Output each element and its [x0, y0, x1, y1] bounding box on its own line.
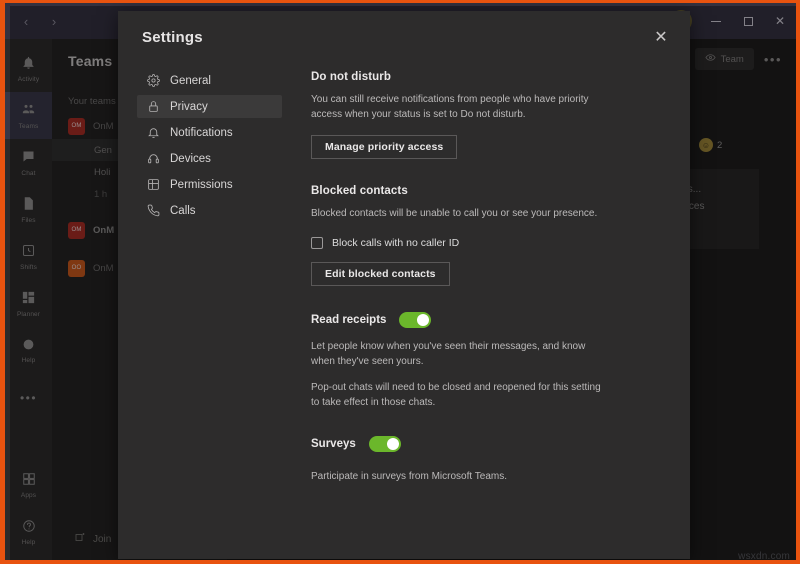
toggle-knob	[386, 438, 399, 451]
headset-icon	[147, 152, 160, 165]
block-anonymous-calls-row[interactable]: Block calls with no caller ID	[311, 236, 650, 249]
edit-blocked-contacts-button[interactable]: Edit blocked contacts	[311, 261, 450, 286]
dialog-header: Settings ✕	[118, 11, 690, 63]
settings-nav-item-calls[interactable]: Calls	[137, 199, 282, 222]
settings-nav-item-notifications[interactable]: Notifications	[137, 121, 282, 144]
read-receipts-description-1: Let people know when you've seen their m…	[311, 340, 586, 367]
settings-nav-item-privacy[interactable]: Privacy	[137, 95, 282, 118]
dialog-body: General Privacy Notifications Devices Pe…	[118, 63, 690, 559]
gear-icon	[147, 74, 160, 87]
read-receipts-toggle[interactable]	[399, 311, 432, 328]
phone-icon	[147, 204, 160, 217]
block-anonymous-calls-label: Block calls with no caller ID	[332, 236, 460, 249]
grid-icon	[147, 178, 160, 191]
settings-nav-label: Notifications	[170, 126, 233, 139]
settings-nav: General Privacy Notifications Devices Pe…	[118, 63, 282, 559]
settings-content: Do not disturb You can still receive not…	[276, 63, 690, 559]
manage-priority-access-button[interactable]: Manage priority access	[311, 135, 458, 160]
surveys-heading: Surveys	[311, 438, 356, 451]
teams-window: ‹ › ✕ Activity Teams Chat Files Shifts P…	[0, 0, 800, 564]
settings-nav-label: Permissions	[170, 178, 233, 191]
surveys-description: Participate in surveys from Microsoft Te…	[311, 471, 507, 483]
surveys-toggle[interactable]	[368, 436, 401, 453]
settings-nav-item-permissions[interactable]: Permissions	[137, 173, 282, 196]
lock-icon	[147, 100, 160, 113]
block-anonymous-calls-checkbox[interactable]	[311, 236, 323, 249]
settings-nav-label: General	[170, 74, 211, 87]
dnd-heading: Do not disturb	[311, 71, 391, 83]
dnd-description: You can still receive notifications from…	[311, 94, 589, 121]
surveys-row: Surveys	[311, 436, 650, 453]
settings-nav-label: Calls	[170, 204, 196, 217]
dialog-close-button[interactable]: ✕	[646, 22, 676, 52]
dialog-title: Settings	[142, 28, 203, 46]
blocked-contacts-description: Blocked contacts will be unable to call …	[311, 208, 598, 220]
bell-icon	[147, 126, 160, 139]
read-receipts-row: Read receipts	[311, 311, 650, 328]
read-receipts-heading: Read receipts	[311, 313, 387, 326]
settings-nav-label: Privacy	[170, 100, 208, 113]
settings-nav-label: Devices	[170, 152, 211, 165]
settings-nav-item-general[interactable]: General	[137, 69, 282, 92]
toggle-knob	[417, 313, 430, 326]
settings-nav-item-devices[interactable]: Devices	[137, 147, 282, 170]
blocked-contacts-heading: Blocked contacts	[311, 185, 408, 198]
settings-dialog: Settings ✕ General Privacy Notifications…	[118, 11, 690, 559]
read-receipts-description-2: Pop-out chats will need to be closed and…	[311, 381, 601, 409]
